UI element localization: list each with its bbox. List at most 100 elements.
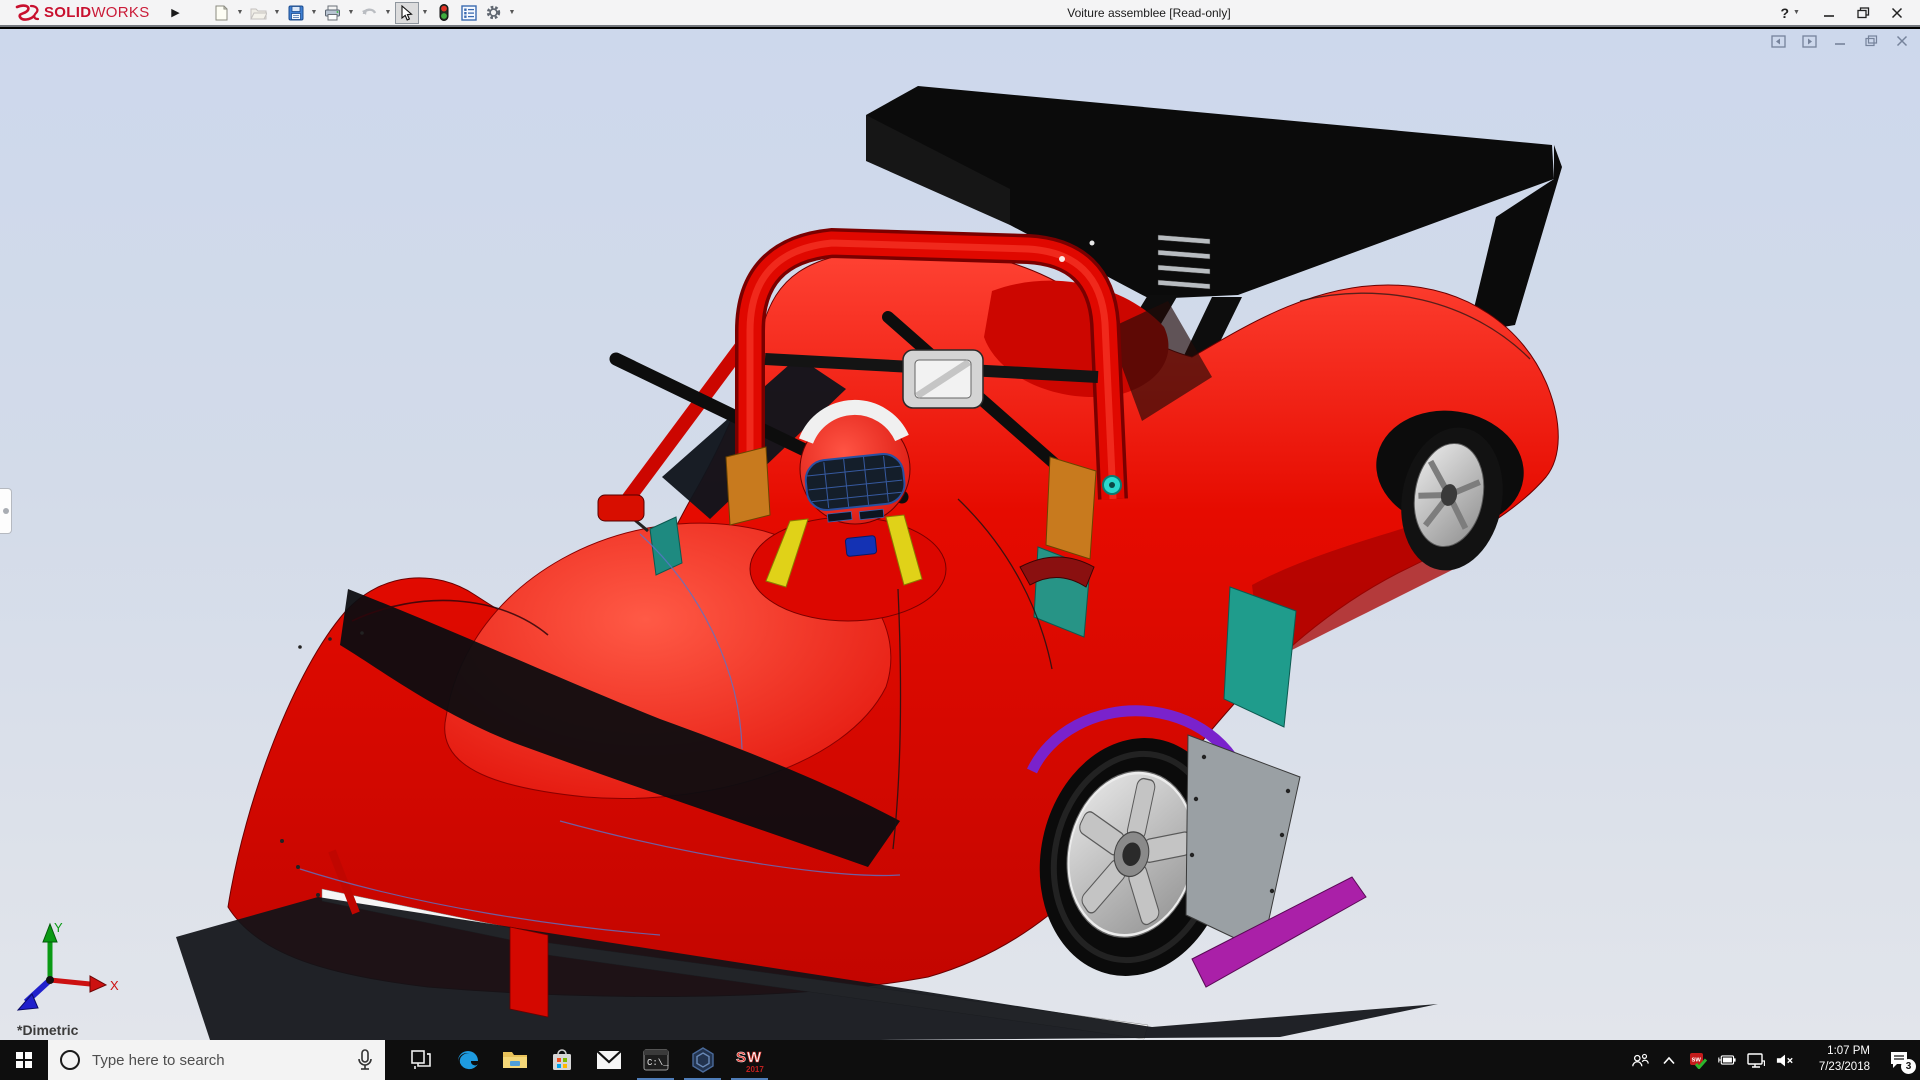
edge-icon (455, 1047, 481, 1073)
triad-x-label: X (110, 978, 119, 993)
people-icon[interactable] (1631, 1051, 1649, 1069)
open-button[interactable] (247, 2, 271, 24)
print-icon (324, 5, 341, 21)
file-properties-button[interactable] (457, 2, 481, 24)
select-tool-button[interactable] (395, 2, 419, 24)
minimize-icon (1823, 7, 1835, 19)
select-tool-dropdown[interactable]: ▼ (420, 2, 431, 24)
doc-restore-icon (1865, 35, 1878, 47)
task-view-button[interactable] (397, 1040, 444, 1080)
save-button[interactable] (284, 2, 308, 24)
triad-y-label: Y (54, 920, 63, 935)
race-car-model[interactable] (176, 86, 1562, 1040)
file-explorer-icon (502, 1049, 528, 1071)
new-document-button[interactable] (210, 2, 234, 24)
help-button[interactable]: ? (1780, 5, 1789, 21)
helmet (800, 407, 910, 524)
windows-taskbar: Type here to search (0, 1040, 1920, 1080)
store-button[interactable] (538, 1040, 585, 1080)
doc-close-button[interactable] (1894, 34, 1910, 48)
graphics-viewport[interactable]: Y X *Dimetric (0, 29, 1920, 1040)
options-dropdown[interactable]: ▼ (507, 2, 518, 24)
cortana-icon (60, 1050, 80, 1070)
clock-time: 1:07 PM (1808, 1044, 1870, 1060)
command-prompt-button[interactable]: C:\_ (632, 1040, 679, 1080)
search-placeholder-text: Type here to search (92, 1052, 345, 1069)
restore-icon (1857, 7, 1870, 19)
close-button[interactable] (1880, 1, 1914, 25)
taskbar-apps: C:\_ S W 2017 (397, 1040, 773, 1080)
print-button[interactable] (321, 2, 345, 24)
doc-restore-button[interactable] (1863, 34, 1879, 48)
restore-button[interactable] (1846, 1, 1880, 25)
close-icon (1891, 7, 1903, 19)
orientation-triad: Y X (6, 918, 126, 1018)
power-battery-icon[interactable] (1718, 1051, 1736, 1069)
mail-icon (596, 1050, 622, 1070)
pane-previous-button[interactable] (1770, 34, 1786, 48)
file-properties-icon (461, 5, 477, 21)
mail-button[interactable] (585, 1040, 632, 1080)
svg-text:S: S (736, 1049, 746, 1066)
panel-tab-grip (3, 508, 9, 514)
new-document-icon (214, 5, 229, 21)
system-tray: sw 1:07 PM (1631, 1040, 1920, 1080)
solidworks-tasks-icon[interactable]: sw (1689, 1051, 1707, 1069)
microphone-icon[interactable] (357, 1049, 373, 1071)
task-view-icon (410, 1049, 432, 1071)
solidworks-logo-icon (14, 4, 40, 22)
solidworks-logo: SOLIDWORKS (0, 4, 150, 22)
hexagon-app-button[interactable] (679, 1040, 726, 1080)
store-icon (550, 1048, 574, 1072)
doc-close-icon (1896, 35, 1908, 47)
window-controls (1812, 1, 1914, 25)
taskbar-search[interactable]: Type here to search (48, 1040, 385, 1080)
pane-arrow-left-icon (1771, 35, 1786, 48)
edge-button[interactable] (444, 1040, 491, 1080)
file-explorer-button[interactable] (491, 1040, 538, 1080)
hidden-icons-chevron[interactable] (1660, 1051, 1678, 1069)
undo-dropdown[interactable]: ▼ (383, 2, 394, 24)
select-cursor-icon (400, 5, 413, 21)
side-mirror (598, 495, 648, 531)
clock-date: 7/23/2018 (1808, 1060, 1870, 1076)
svg-text:W: W (747, 1049, 762, 1066)
start-button[interactable] (0, 1040, 48, 1080)
notification-badge: 3 (1901, 1059, 1916, 1074)
save-dropdown[interactable]: ▼ (309, 2, 320, 24)
title-bar: SOLIDWORKS ▶ ▼ ▼ (0, 0, 1920, 27)
view-orientation-label: *Dimetric (17, 1022, 78, 1038)
rebuild-traffic-light-icon (439, 4, 449, 21)
pane-next-button[interactable] (1801, 34, 1817, 48)
svg-text:2017: 2017 (746, 1065, 764, 1074)
document-title: Voiture assemblee [Read-only] (518, 6, 1781, 20)
rebuild-button[interactable] (432, 2, 456, 24)
solidworks-2017-button[interactable]: S W 2017 (726, 1040, 773, 1080)
options-button[interactable] (482, 2, 506, 24)
command-prompt-icon: C:\_ (643, 1049, 669, 1071)
rear-view-mirror (903, 350, 983, 408)
feature-panel-collapsed-tab[interactable] (0, 488, 12, 534)
doc-minimize-button[interactable] (1832, 34, 1848, 48)
print-dropdown[interactable]: ▼ (346, 2, 357, 24)
undo-arrow-icon (361, 5, 378, 20)
pane-arrow-right-icon (1802, 35, 1817, 48)
open-folder-icon (250, 6, 267, 20)
help-dropdown[interactable]: ▼ (1791, 6, 1802, 20)
minimize-button[interactable] (1812, 1, 1846, 25)
new-document-dropdown[interactable]: ▼ (235, 2, 246, 24)
open-dropdown[interactable]: ▼ (272, 2, 283, 24)
svg-text:C:\_: C:\_ (647, 1058, 669, 1068)
quick-access-toolbar: ▼ ▼ ▼ (210, 2, 518, 24)
model-canvas[interactable] (0, 29, 1920, 1040)
windows-logo-icon (16, 1052, 32, 1068)
undo-button[interactable] (358, 2, 382, 24)
menu-flyout-arrow[interactable]: ▶ (168, 6, 184, 19)
taskbar-clock[interactable]: 1:07 PM 7/23/2018 (1808, 1044, 1870, 1075)
solidworks-2017-icon: S W 2017 (735, 1046, 765, 1074)
action-center-button[interactable]: 3 (1884, 1046, 1914, 1074)
volume-muted-icon[interactable] (1776, 1051, 1794, 1069)
network-icon[interactable] (1747, 1051, 1765, 1069)
document-window-controls (1770, 34, 1910, 48)
save-floppy-icon (288, 5, 304, 21)
